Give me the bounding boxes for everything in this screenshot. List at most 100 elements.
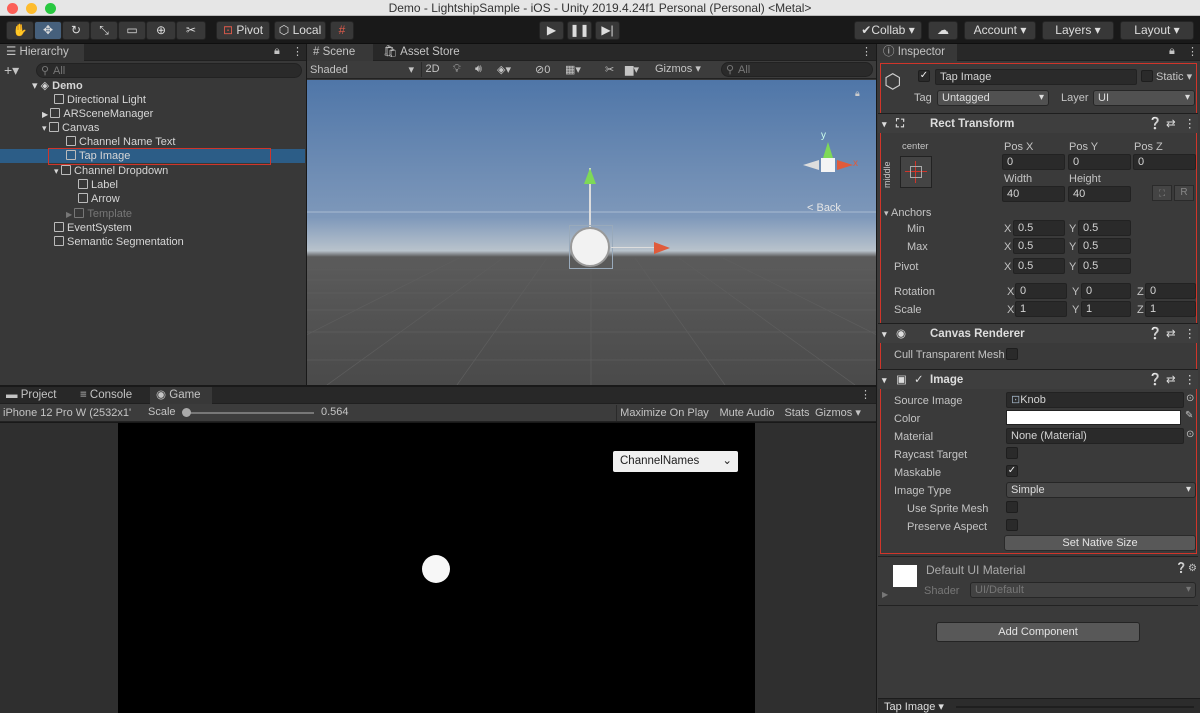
tab-hierarchy[interactable]: ☰ Hierarchy <box>0 44 84 61</box>
raw-edit-button[interactable]: R <box>1174 185 1194 201</box>
menu-kebab-icon[interactable]: ⋮ <box>1187 45 1198 58</box>
component-menu-icon[interactable]: ⋮ <box>1184 114 1196 134</box>
material-field[interactable]: None (Material) <box>1006 428 1184 444</box>
hierarchy-item[interactable]: Semantic Segmentation <box>0 235 305 249</box>
pivot-x-field[interactable]: 0.5 <box>1013 258 1065 274</box>
tap-image-preview[interactable] <box>422 555 450 583</box>
menu-kebab-icon[interactable]: ⋮ <box>861 45 872 58</box>
gear-icon[interactable]: ⚙ <box>1188 563 1197 574</box>
tab-scene[interactable]: # Scene <box>307 44 373 61</box>
object-name-field[interactable]: Tap Image <box>935 69 1137 85</box>
gizmos-dropdown[interactable]: Gizmos ▾ <box>655 62 713 77</box>
eyedropper-icon[interactable]: ✎ <box>1185 410 1193 421</box>
active-checkbox[interactable]: ✓ <box>918 70 930 82</box>
resolution-dropdown[interactable]: iPhone 12 Pro W (2532x1' <box>3 406 141 420</box>
rotate-tool-button[interactable]: ↻ <box>62 21 90 40</box>
game-render-area[interactable]: ChannelNames ⌄ <box>118 423 755 713</box>
raycast-target-checkbox[interactable] <box>1006 447 1018 459</box>
cloud-button[interactable]: ☁ <box>928 21 958 40</box>
anchors-foldout[interactable]: ▾ Anchors <box>884 206 931 220</box>
add-component-button[interactable]: Add Component <box>936 622 1140 642</box>
preserve-aspect-checkbox[interactable] <box>1006 519 1018 531</box>
hierarchy-search-input[interactable]: ⚲ All <box>36 63 302 78</box>
rotation-z-field[interactable]: 0 <box>1145 283 1196 299</box>
collab-dropdown[interactable]: ✔Collab ▾ <box>854 21 922 40</box>
help-icon[interactable]: ❔ <box>1148 370 1162 390</box>
transform-tool-button[interactable]: ⊕ <box>146 21 176 40</box>
hierarchy-item-disabled[interactable]: ▶ Template <box>0 207 305 221</box>
audio-icon[interactable]: 🔊︎ <box>475 63 482 76</box>
hierarchy-item[interactable]: Channel Name Text <box>0 135 305 149</box>
image-type-dropdown[interactable]: Simple <box>1006 482 1196 498</box>
stats-toggle[interactable]: Stats <box>782 405 812 421</box>
rect-tool-button[interactable]: ▭ <box>118 21 146 40</box>
settings-sliders-icon[interactable]: ⇄ <box>1166 324 1176 344</box>
effects-icon[interactable]: ◈▾ <box>497 63 511 76</box>
gizmo-lock-icon[interactable]: 🔒︎ <box>855 88 860 99</box>
anchor-preset-button[interactable] <box>900 156 932 188</box>
scene-search-input[interactable]: ⚲ All <box>721 62 873 77</box>
gizmo-center-cube[interactable] <box>821 158 835 172</box>
rotation-y-field[interactable]: 0 <box>1081 283 1131 299</box>
hierarchy-item[interactable]: ▾ Canvas <box>0 121 305 135</box>
posx-field[interactable]: 0 <box>1002 154 1065 170</box>
mute-audio-toggle[interactable]: Mute Audio <box>714 405 780 421</box>
hand-tool-button[interactable]: ✋ <box>6 21 34 40</box>
maximize-on-play-toggle[interactable]: Maximize On Play <box>616 405 712 421</box>
pause-button[interactable]: ❚❚ <box>567 21 592 40</box>
pivot-toggle[interactable]: ⊡ Pivot <box>216 21 270 40</box>
enabled-checkmark-icon[interactable]: ✓ <box>914 370 924 390</box>
hierarchy-item[interactable]: ▶ ARSceneManager <box>0 107 305 121</box>
tag-dropdown[interactable]: Untagged <box>937 90 1049 106</box>
layout-dropdown[interactable]: Layout ▾ <box>1120 21 1194 40</box>
use-sprite-mesh-checkbox[interactable] <box>1006 501 1018 513</box>
rect-transform-header[interactable]: ▾ ⛶ Rect Transform ❔ ⇄ ⋮ <box>878 113 1198 133</box>
preview-resize-handle[interactable] <box>956 706 1194 708</box>
help-icon[interactable]: ❔ <box>1148 114 1162 134</box>
grid-toggle-icon[interactable]: ▦▾ <box>565 63 581 76</box>
scale-slider-track[interactable] <box>186 412 314 414</box>
2d-toggle[interactable]: 2D <box>421 62 443 77</box>
canvas-renderer-header[interactable]: ▾ ◉ Canvas Renderer ❔ ⇄ ⋮ <box>878 323 1198 343</box>
preview-dropdown[interactable]: Tap Image ▾ <box>884 700 944 713</box>
tab-game[interactable]: ◉ Game <box>150 387 212 404</box>
shading-dropdown[interactable]: Shaded ▾ <box>310 63 414 77</box>
create-button[interactable]: +▾ <box>4 63 19 77</box>
anchor-min-y-field[interactable]: 0.5 <box>1078 220 1131 236</box>
set-native-size-button[interactable]: Set Native Size <box>1004 535 1196 551</box>
minimize-window-button[interactable] <box>26 3 37 14</box>
posz-field[interactable]: 0 <box>1133 154 1196 170</box>
close-window-button[interactable] <box>7 3 18 14</box>
custom-tool-button[interactable]: ✂ <box>176 21 206 40</box>
local-toggle[interactable]: ⬡ Local <box>274 21 326 40</box>
blueprint-mode-button[interactable]: ⛶ <box>1152 185 1172 201</box>
collapsed-arrow-icon[interactable]: ▶ <box>882 590 888 599</box>
settings-sliders-icon[interactable]: ⇄ <box>1166 114 1176 134</box>
zoom-window-button[interactable] <box>45 3 56 14</box>
cull-transparent-checkbox[interactable] <box>1006 348 1018 360</box>
scale-y-field[interactable]: 1 <box>1081 301 1131 317</box>
hierarchy-item[interactable]: Arrow <box>0 192 305 206</box>
color-swatch[interactable] <box>1006 410 1181 425</box>
maskable-checkbox[interactable]: ✓ <box>1006 465 1018 477</box>
scale-tool-button[interactable]: ⤡ <box>90 21 118 40</box>
lock-icon[interactable]: 🔒︎ <box>274 45 280 58</box>
posy-field[interactable]: 0 <box>1068 154 1131 170</box>
scale-x-field[interactable]: 1 <box>1015 301 1067 317</box>
source-image-field[interactable]: ⊡Knob <box>1006 392 1184 408</box>
scene-row[interactable]: ▾ ◈ Demo <box>0 79 305 93</box>
component-menu-icon[interactable]: ⋮ <box>1184 370 1196 390</box>
scale-slider-thumb[interactable] <box>182 408 191 417</box>
height-field[interactable]: 40 <box>1068 186 1131 202</box>
tab-inspector[interactable]: ⓘ Inspector <box>877 44 957 61</box>
scale-z-field[interactable]: 1 <box>1145 301 1196 317</box>
anchor-max-y-field[interactable]: 0.5 <box>1078 238 1131 254</box>
tab-console[interactable]: ≡ Console <box>74 387 146 404</box>
tab-asset-store[interactable]: 🛍︎ Asset Store <box>377 44 467 61</box>
shader-dropdown[interactable]: UI/Default <box>970 582 1196 598</box>
object-picker-icon[interactable]: ⊙ <box>1186 393 1194 404</box>
scene-viewport[interactable]: y x < Back 🔒︎ <box>307 80 876 385</box>
object-picker-icon[interactable]: ⊙ <box>1186 429 1194 440</box>
hierarchy-item[interactable]: Directional Light <box>0 93 305 107</box>
layer-dropdown[interactable]: UI <box>1093 90 1195 106</box>
